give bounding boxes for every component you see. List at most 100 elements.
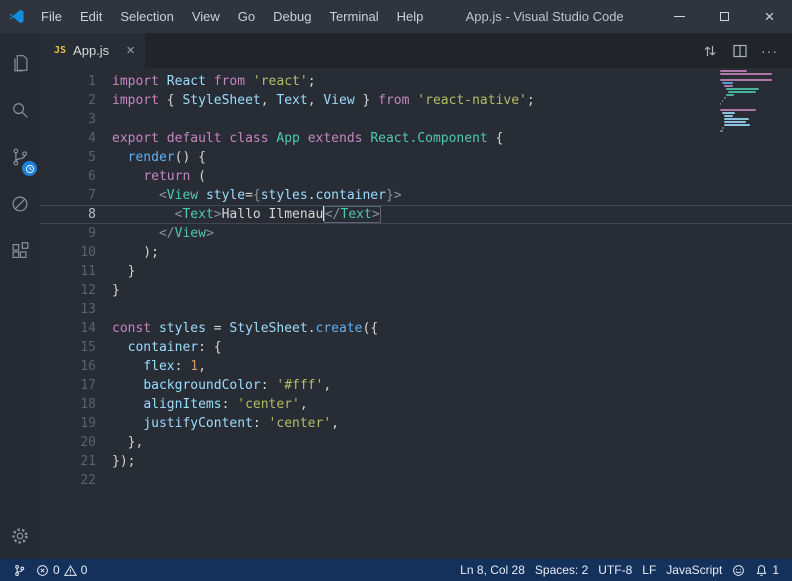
line-number[interactable]: 10 [40,243,96,262]
split-editor-button[interactable] [727,38,752,63]
minimap-line [724,115,732,117]
tab-appjs[interactable]: JS App.js × [40,33,145,68]
menu-view[interactable]: View [183,0,229,33]
line-number[interactable]: 19 [40,414,96,433]
line-content: <Text>Hallo Ilmenau</Text> [112,205,380,224]
settings-button[interactable] [0,512,40,559]
minimize-button[interactable] [657,0,702,33]
open-changes-button[interactable] [697,38,722,63]
code-line-22[interactable]: 22 [40,471,792,490]
line-number[interactable]: 11 [40,262,96,281]
warnings-icon [64,564,77,577]
line-number[interactable]: 1 [40,72,96,91]
line-number[interactable]: 15 [40,338,96,357]
code-line-16[interactable]: 16 flex: 1, [40,357,792,376]
line-content: container: { [112,338,222,357]
maximize-icon [720,12,729,21]
warning-count: 0 [81,563,88,577]
code-line-3[interactable]: 3 [40,110,792,129]
tab-close-icon[interactable]: × [126,42,135,59]
line-number[interactable]: 22 [40,471,96,490]
line-number[interactable]: 7 [40,186,96,205]
code-line-2[interactable]: 2import { StyleSheet, Text, View } from … [40,91,792,110]
code-line-7[interactable]: 7 <View style={styles.container}> [40,186,792,205]
code-line-15[interactable]: 15 container: { [40,338,792,357]
minimap-line [720,76,778,78]
menu-go[interactable]: Go [229,0,264,33]
line-number[interactable]: 2 [40,91,96,110]
notifications-button[interactable]: 1 [750,559,784,581]
status-indentation[interactable]: Spaces: 2 [530,559,593,581]
code-line-4[interactable]: 4export default class App extends React.… [40,129,792,148]
line-number[interactable]: 12 [40,281,96,300]
line-number[interactable]: 3 [40,110,96,129]
line-number[interactable]: 16 [40,357,96,376]
editor-actions: ··· [697,33,792,68]
status-encoding[interactable]: UTF-8 [593,559,637,581]
status-bar: 0 0 Ln 8, Col 28 Spaces: 2 UTF-8 LF Java… [0,559,792,581]
menu-file[interactable]: File [32,0,71,33]
close-button[interactable]: × [747,0,792,33]
minimap[interactable] [720,70,778,136]
status-language[interactable]: JavaScript [661,559,727,581]
line-content: render() { [112,148,206,167]
line-content: import React from 'react'; [112,72,316,91]
code-line-20[interactable]: 20 }, [40,433,792,452]
code-line-10[interactable]: 10 ); [40,243,792,262]
line-content: ); [112,243,159,262]
maximize-button[interactable] [702,0,747,33]
line-number[interactable]: 21 [40,452,96,471]
line-number[interactable]: 20 [40,433,96,452]
line-number[interactable]: 17 [40,376,96,395]
code-line-1[interactable]: 1 import React from 'react'; [40,72,792,91]
editor-area: JS App.js × ··· 1 [40,33,792,559]
line-number[interactable]: 8 [40,205,96,224]
activity-bar [0,33,40,559]
line-number[interactable]: 18 [40,395,96,414]
debug-button[interactable] [0,180,40,227]
code-line-11[interactable]: 11 } [40,262,792,281]
line-number[interactable]: 6 [40,167,96,186]
line-content: flex: 1, [112,357,206,376]
search-button[interactable] [0,86,40,133]
menu-terminal[interactable]: Terminal [320,0,387,33]
status-eol[interactable]: LF [637,559,661,581]
code-line-21[interactable]: 21}); [40,452,792,471]
code-line-19[interactable]: 19 justifyContent: 'center', [40,414,792,433]
code-line-6[interactable]: 6 return ( [40,167,792,186]
tab-bar: JS App.js × ··· [40,33,792,68]
status-problems[interactable]: 0 0 [31,559,92,581]
line-number[interactable]: 14 [40,319,96,338]
explorer-icon [9,52,31,74]
code-line-17[interactable]: 17 backgroundColor: '#fff', [40,376,792,395]
smiley-icon [732,564,745,577]
menu-edit[interactable]: Edit [71,0,111,33]
more-actions-button[interactable]: ··· [757,38,782,63]
line-number[interactable]: 5 [40,148,96,167]
status-branch[interactable] [8,559,31,581]
code-line-12[interactable]: 12} [40,281,792,300]
extensions-button[interactable] [0,227,40,274]
code-line-8[interactable]: 8 <Text>Hallo Ilmenau</Text> [40,205,792,224]
line-number[interactable]: 13 [40,300,96,319]
source-control-button[interactable] [0,133,40,180]
code-line-9[interactable]: 9 </View> [40,224,792,243]
explorer-button[interactable] [0,39,40,86]
menu-selection[interactable]: Selection [111,0,182,33]
menu-help[interactable]: Help [388,0,433,33]
line-content: backgroundColor: '#fff', [112,376,331,395]
menu-debug[interactable]: Debug [264,0,320,33]
line-content: return ( [112,167,206,186]
code-line-14[interactable]: 14const styles = StyleSheet.create({ [40,319,792,338]
code-line-5[interactable]: 5 render() { [40,148,792,167]
feedback-button[interactable] [727,559,750,581]
vscode-logo-icon [0,8,32,25]
line-number[interactable]: 4 [40,129,96,148]
minimap-line [720,79,772,81]
code-line-18[interactable]: 18 alignItems: 'center', [40,395,792,414]
code-editor[interactable]: 1 import React from 'react';2import { Sty… [40,68,792,559]
code-line-13[interactable]: 13 [40,300,792,319]
close-icon: × [765,8,775,25]
status-line-col[interactable]: Ln 8, Col 28 [455,559,530,581]
line-number[interactable]: 9 [40,224,96,243]
